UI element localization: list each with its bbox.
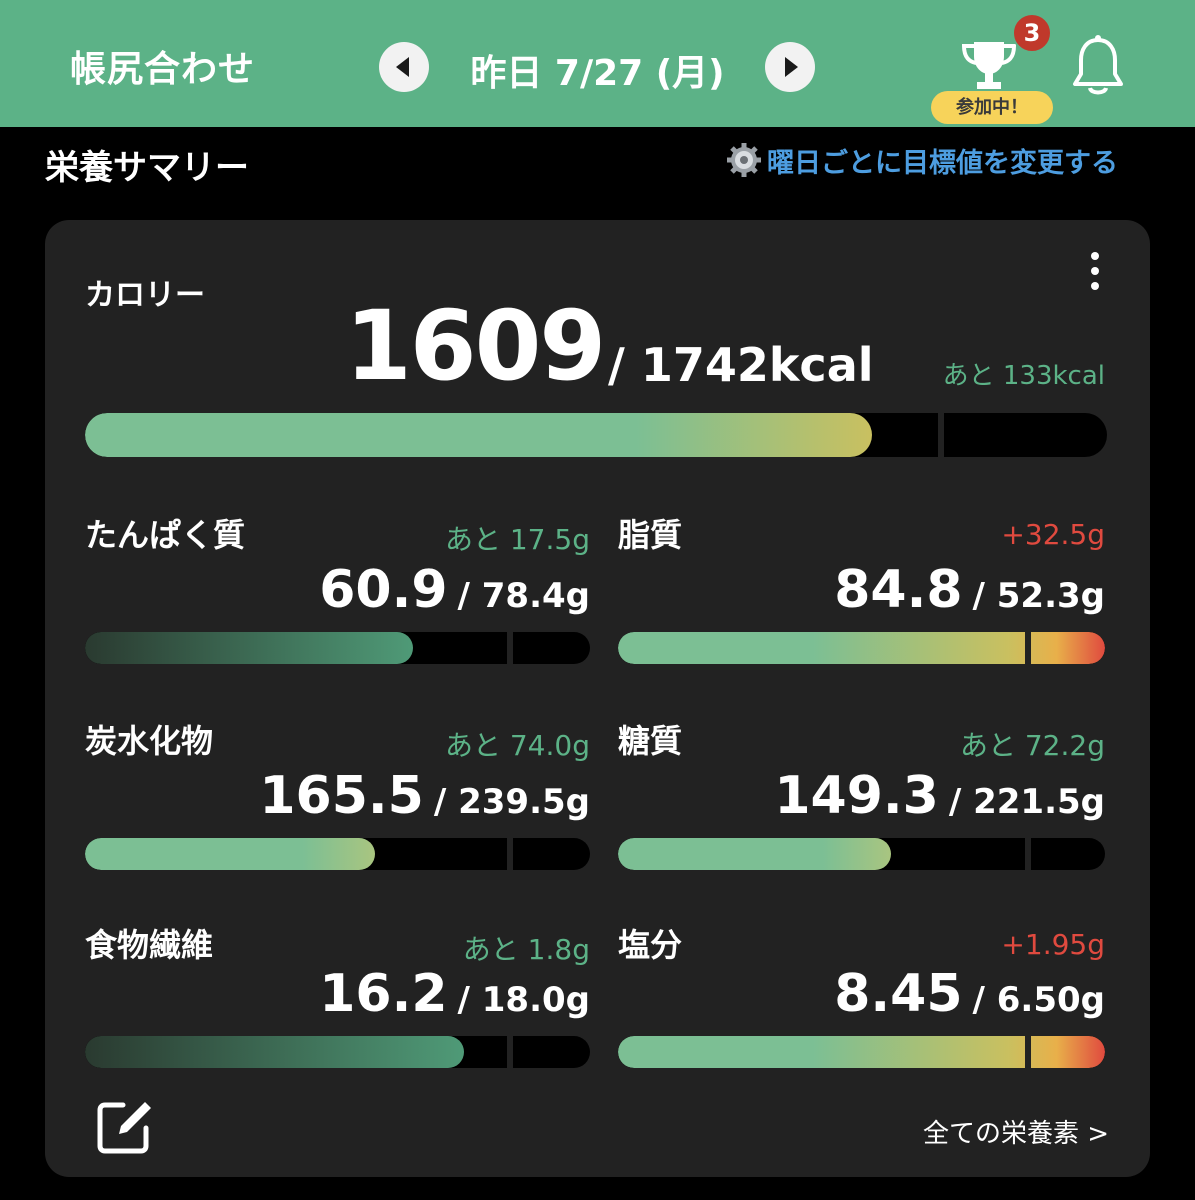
edit-icon[interactable] — [93, 1096, 155, 1158]
nutrient-progress-fill — [618, 1036, 1105, 1068]
nutrient-progress-bar — [85, 1036, 590, 1068]
previous-day-button[interactable] — [379, 42, 429, 92]
nutrient-value: 84.8 — [834, 560, 963, 620]
nutrient-dietary-fiber[interactable]: 食物繊維 あと 1.8g 16.2/ 18.0g — [85, 920, 590, 1110]
nutrient-target-marker — [1024, 838, 1031, 870]
nutrient-remaining: あと 72.2g — [959, 729, 1105, 762]
nutrient-value: 149.3 — [774, 766, 939, 826]
nutrient-progress-bar — [85, 632, 590, 664]
trophy-count-badge: 3 — [1012, 13, 1052, 53]
more-options-icon[interactable] — [1083, 252, 1107, 298]
nutrient-value: 16.2 — [319, 964, 448, 1024]
nutrient-target: / 6.50g — [972, 980, 1105, 1020]
calorie-value: 1609 — [345, 290, 606, 402]
calorie-progress-fill — [85, 413, 872, 457]
nutrient-salt[interactable]: 塩分 +1.95g 8.45/ 6.50g — [618, 920, 1105, 1110]
nutrient-protein[interactable]: たんぱく質 あと 17.5g 60.9/ 78.4g — [85, 510, 590, 700]
nutrient-name: たんぱく質 — [85, 516, 246, 554]
nutrient-target-marker — [506, 838, 513, 870]
nutrient-target: / 52.3g — [972, 576, 1105, 616]
calorie-label: カロリー — [85, 278, 205, 313]
nutrient-name: 糖質 — [618, 722, 683, 760]
nutrient-name: 脂質 — [618, 516, 683, 554]
nutrient-target-marker — [1024, 1036, 1031, 1068]
nutrient-target-marker — [1024, 632, 1031, 664]
nutrient-target: / 221.5g — [948, 782, 1105, 822]
nutrient-progress-fill — [85, 632, 414, 664]
nutrient-value: 165.5 — [259, 766, 424, 826]
calorie-progress-bar — [85, 413, 1107, 457]
nutrient-progress-bar — [618, 1036, 1105, 1068]
nutrient-name: 塩分 — [618, 926, 683, 964]
nutrient-progress-fill — [618, 632, 1105, 664]
nutrient-fat[interactable]: 脂質 +32.5g 84.8/ 52.3g — [618, 510, 1105, 700]
nutrient-remaining: +1.95g — [1001, 928, 1105, 961]
nutrient-progress-bar — [618, 632, 1105, 664]
chevron-right-icon — [785, 57, 798, 77]
nutrient-target-marker — [506, 632, 513, 664]
nutrient-remaining: +32.5g — [1001, 518, 1105, 551]
all-nutrients-link[interactable]: 全ての栄養素 > — [923, 1113, 1109, 1150]
calorie-remaining: あと 133kcal — [942, 361, 1105, 391]
app-header: 帳尻合わせ 昨日 7/27 (月) 3 参加中！ — [0, 0, 1195, 127]
challenge-status-badge[interactable]: 参加中！ — [931, 91, 1053, 124]
nutrient-name: 食物繊維 — [85, 926, 214, 964]
nutrient-progress-fill — [85, 1036, 464, 1068]
nutrient-progress-fill — [85, 838, 376, 870]
nutrient-name: 炭水化物 — [85, 722, 214, 760]
nutrient-remaining: あと 17.5g — [444, 523, 590, 556]
nutrient-value: 60.9 — [319, 560, 448, 620]
nutrient-target: / 78.4g — [457, 576, 590, 616]
nutrient-sugar[interactable]: 糖質 あと 72.2g 149.3/ 221.5g — [618, 716, 1105, 906]
nutrient-remaining: あと 1.8g — [462, 933, 590, 966]
nutrient-target-marker — [506, 1036, 513, 1068]
header-title: 帳尻合わせ — [70, 49, 256, 90]
next-day-button[interactable] — [765, 42, 815, 92]
nutrient-target: / 18.0g — [457, 980, 590, 1020]
nutrient-remaining: あと 74.0g — [444, 729, 590, 762]
current-date[interactable]: 昨日 7/27 (月) — [440, 44, 755, 96]
nutrient-progress-fill — [618, 838, 891, 870]
nutrient-target: / 239.5g — [433, 782, 590, 822]
nutrient-progress-bar — [85, 838, 590, 870]
calorie-target: / 1742kcal — [608, 338, 874, 392]
chevron-left-icon — [396, 57, 409, 77]
section-title: 栄養サマリー — [45, 148, 249, 188]
trophy-icon[interactable] — [958, 36, 1020, 98]
change-goal-link-label: 曜日ごとに目標値を変更する — [767, 147, 1118, 179]
change-goal-by-weekday-link[interactable]: 曜日ごとに目標値を変更する — [725, 140, 1118, 180]
nutrition-summary-card: カロリー 1609 / 1742kcal あと 133kcal たんぱく質 あと… — [45, 220, 1150, 1177]
nutrient-value: 8.45 — [834, 964, 963, 1024]
nutrient-carbohydrate[interactable]: 炭水化物 あと 74.0g 165.5/ 239.5g — [85, 716, 590, 906]
nutrient-progress-bar — [618, 838, 1105, 870]
calorie-target-marker — [938, 413, 945, 457]
bell-icon[interactable] — [1068, 34, 1128, 98]
gear-icon — [727, 143, 761, 177]
